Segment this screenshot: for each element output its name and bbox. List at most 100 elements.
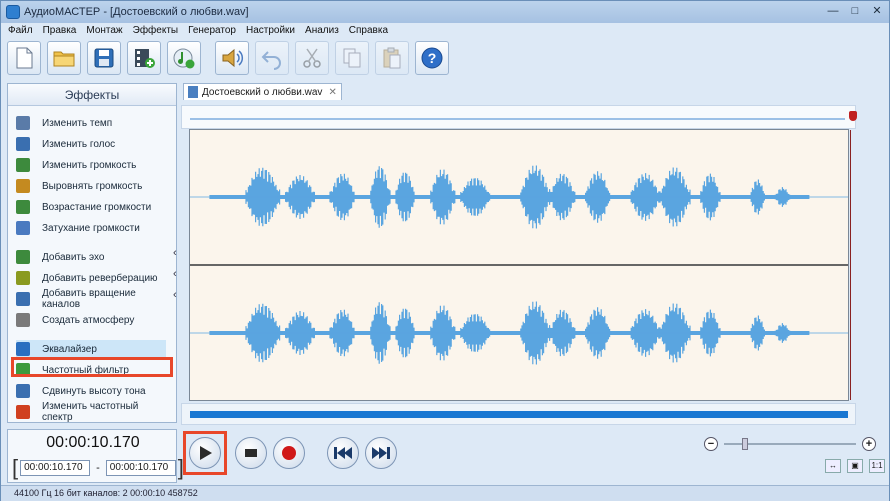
rewind-button[interactable]: [327, 437, 359, 469]
timeline-track: [190, 118, 845, 120]
effect-item-label: Создать атмосферу: [42, 314, 135, 326]
play-icon: [200, 446, 212, 460]
range-start-field[interactable]: 00:00:10.170: [20, 460, 91, 476]
open-button[interactable]: [47, 41, 81, 75]
effect-item-label: Изменить частотный спектр: [42, 401, 139, 423]
record-icon: [282, 446, 296, 460]
document-tab[interactable]: Достоевский о любви.wav ✕: [183, 83, 342, 100]
menu-effects[interactable]: Эффекты: [133, 25, 178, 36]
chevron-left-icon[interactable]: ‹: [173, 289, 177, 301]
effect-item[interactable]: Изменить голос: [16, 135, 166, 153]
effect-item-label: Добавить эхо: [42, 251, 105, 263]
forward-button[interactable]: [365, 437, 397, 469]
effect-item[interactable]: Выровнять громкость: [16, 177, 166, 195]
menu-file[interactable]: Файл: [8, 25, 33, 36]
new-file-button[interactable]: [7, 41, 41, 75]
save-button[interactable]: [87, 41, 121, 75]
effect-item[interactable]: Добавить реверберацию: [16, 269, 166, 287]
effect-item[interactable]: Создать атмосферу: [16, 311, 166, 329]
volume-icon: [16, 158, 30, 172]
effect-item[interactable]: Сдвинуть высоту тона: [16, 382, 166, 400]
level-icon: [16, 179, 30, 193]
effect-item-label: Изменить громкость: [42, 159, 137, 171]
equalizer-highlight: [11, 357, 173, 377]
chevron-left-icon[interactable]: ‹: [173, 268, 177, 280]
speaker-button[interactable]: [215, 41, 249, 75]
effect-item-label: Сдвинуть высоту тона: [42, 385, 146, 397]
skip-back-icon: [334, 447, 352, 459]
zoom-in-button[interactable]: +: [862, 437, 876, 451]
stop-button[interactable]: [235, 437, 267, 469]
menu-edit[interactable]: Правка: [43, 25, 77, 36]
zoom-out-button[interactable]: −: [704, 437, 718, 451]
waveform-panel[interactable]: [189, 129, 851, 401]
zoom-control: − +: [704, 437, 876, 451]
menu-help[interactable]: Справка: [349, 25, 388, 36]
app-icon: [6, 5, 20, 19]
playhead-marker[interactable]: [849, 111, 857, 121]
effect-item[interactable]: Возрастание громкости: [16, 198, 166, 216]
window-controls: — □ ✕: [825, 4, 885, 18]
maximize-button[interactable]: □: [847, 4, 863, 18]
time-panel: 00:00:10.170 [ 00:00:10.170 - 00:00:10.1…: [7, 429, 184, 483]
speaker-icon: [222, 48, 244, 68]
person-icon: [16, 137, 30, 151]
open-folder-icon: [53, 51, 75, 67]
effect-item-label: Выровнять громкость: [42, 180, 143, 192]
record-button[interactable]: [273, 437, 305, 469]
menu-settings[interactable]: Настройки: [246, 25, 295, 36]
add-video-button[interactable]: [127, 41, 161, 75]
save-icon: [94, 48, 114, 68]
actual-size-icon[interactable]: 1:1: [869, 459, 885, 473]
fit-selection-icon[interactable]: ▣: [847, 459, 863, 473]
spectrum-icon: [16, 405, 30, 419]
playhead-line: [850, 130, 851, 400]
effects-panel: Эффекты Изменить темп Изменить голос Измен…: [7, 83, 177, 423]
effect-item[interactable]: Добавить вращение каналов: [16, 288, 166, 310]
effect-item[interactable]: Изменить темп: [16, 114, 166, 132]
effect-item[interactable]: Изменить частотный спектр: [16, 401, 166, 423]
effect-item[interactable]: Изменить громкость: [16, 156, 166, 174]
play-highlight: [183, 431, 227, 475]
minimize-button[interactable]: —: [825, 4, 841, 18]
play-button[interactable]: [189, 437, 221, 469]
effect-item-label: Изменить голос: [42, 138, 116, 150]
clock-icon: [16, 116, 30, 130]
undo-icon: [261, 51, 281, 70]
help-button[interactable]: ?: [415, 41, 449, 75]
effect-item[interactable]: Добавить эхо: [16, 248, 166, 266]
menu-analysis[interactable]: Анализ: [305, 25, 339, 36]
rotate-icon: [16, 292, 30, 306]
tab-close-icon[interactable]: ✕: [328, 87, 336, 98]
zoom-slider-thumb[interactable]: [742, 438, 748, 450]
menu-bar: Файл Правка Монтаж Эффекты Генератор Нас…: [1, 23, 889, 37]
channel-divider: [190, 264, 848, 266]
zoom-slider[interactable]: [724, 438, 856, 450]
effect-item[interactable]: Затухание громкости: [16, 219, 166, 237]
add-video-icon: [135, 49, 155, 68]
range-bracket-open: [: [12, 455, 19, 480]
main-toolbar: ?: [7, 39, 455, 77]
chevron-left-icon[interactable]: ‹: [173, 247, 177, 259]
paste-button[interactable]: [375, 41, 409, 75]
copy-button[interactable]: [335, 41, 369, 75]
effect-item-label: Затухание громкости: [42, 222, 140, 234]
window-title: АудиоМАСТЕР - [Достоевский о любви.wav]: [24, 6, 249, 18]
scrollbar-thumb[interactable]: [190, 411, 848, 418]
range-end-field[interactable]: 00:00:10.170: [105, 460, 176, 476]
menu-generator[interactable]: Генератор: [188, 25, 236, 36]
copy-icon: [343, 48, 361, 68]
effect-item[interactable]: Эквалайзер: [16, 340, 166, 358]
effect-item-label: Изменить темп: [42, 117, 113, 129]
add-music-button[interactable]: [167, 41, 201, 75]
atmosphere-icon: [16, 313, 30, 327]
fit-width-icon[interactable]: ↔: [825, 459, 841, 473]
add-music-icon: [173, 48, 195, 69]
title-bar: АудиоМАСТЕР - [Достоевский о любви.wav] …: [1, 1, 889, 23]
horizontal-scrollbar[interactable]: [181, 403, 856, 425]
undo-button[interactable]: [255, 41, 289, 75]
close-button[interactable]: ✕: [869, 4, 885, 18]
menu-montage[interactable]: Монтаж: [86, 25, 122, 36]
cut-button[interactable]: [295, 41, 329, 75]
timeline-ruler[interactable]: [181, 105, 857, 129]
